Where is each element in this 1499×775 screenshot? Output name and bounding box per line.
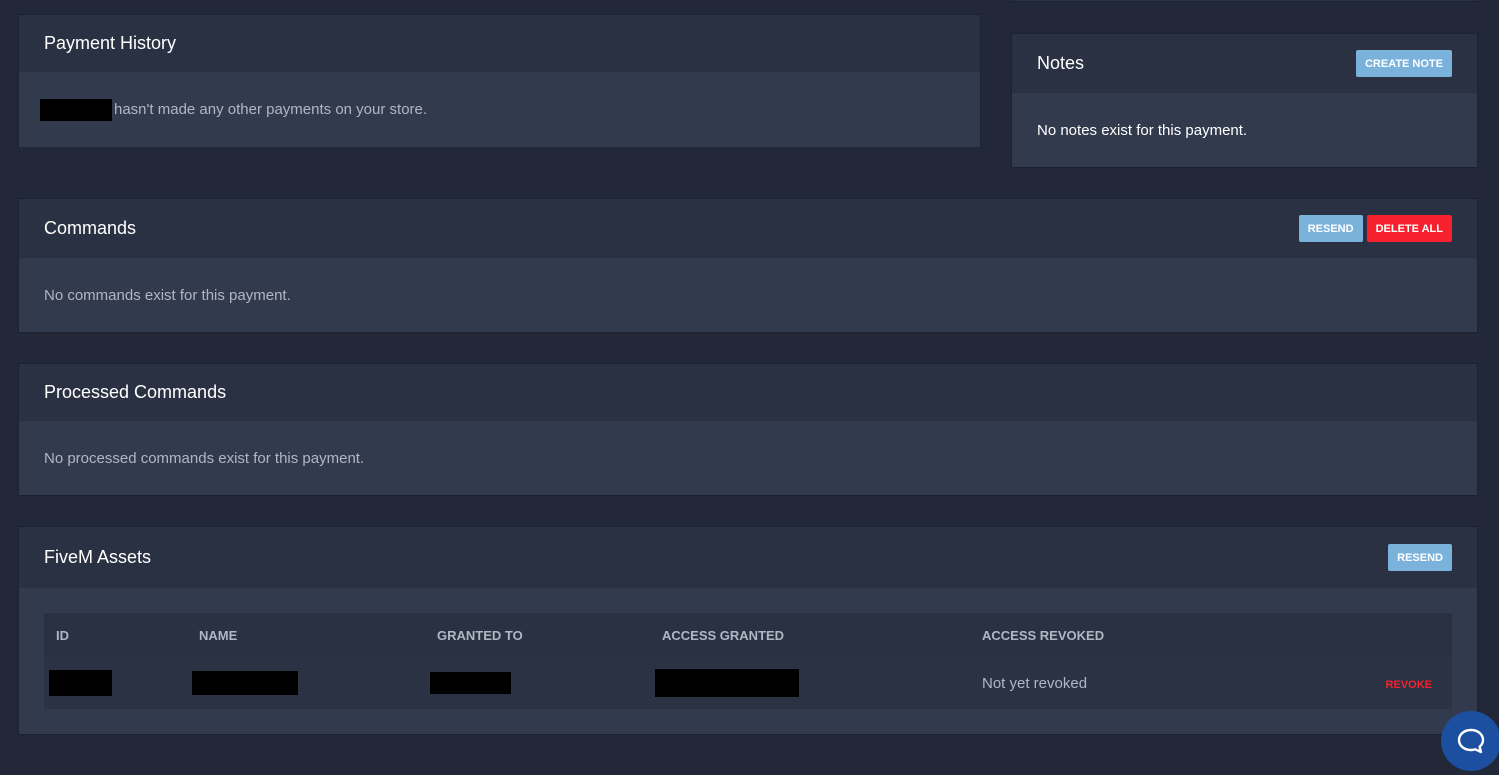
payment-history-message: hasn't made any other payments on your s… — [114, 101, 428, 118]
commands-empty-message: No commands exist for this payment. — [44, 286, 291, 304]
fivem-assets-title: FiveM Assets — [44, 547, 152, 567]
fivem-assets-panel: FiveM Assets RESEND ID NAME GRANTED TO A… — [18, 526, 1478, 735]
cell-access-revoked: Not yet revoked — [982, 674, 1088, 692]
processed-commands-panel: Processed Commands No processed commands… — [18, 363, 1478, 496]
chat-launcher-button[interactable] — [1441, 711, 1499, 771]
payment-history-body: hasn't made any other payments on your s… — [19, 72, 980, 147]
fivem-assets-body: ID NAME GRANTED TO ACCESS GRANTED ACCESS… — [19, 588, 1477, 734]
commands-actions: RESEND DELETE ALL — [1298, 215, 1452, 242]
notes-panel: Notes CREATE NOTE No notes exist for thi… — [1011, 33, 1478, 168]
commands-body: No commands exist for this payment. — [19, 258, 1477, 332]
payment-history-title: Payment History — [44, 33, 177, 53]
redacted-customer-name — [40, 98, 112, 121]
fivem-assets-header: FiveM Assets RESEND — [19, 527, 1477, 588]
processed-commands-header: Processed Commands — [19, 364, 1477, 421]
payment-history-panel: Payment History hasn't made any other pa… — [18, 14, 981, 147]
processed-commands-empty-message: No processed commands exist for this pay… — [44, 449, 365, 467]
column-header-actions — [1284, 613, 1452, 657]
chat-bubble-icon — [1457, 728, 1485, 754]
cell-id — [44, 657, 187, 709]
resend-commands-button[interactable]: RESEND — [1298, 215, 1363, 242]
create-note-button[interactable]: CREATE NOTE — [1355, 50, 1452, 77]
delete-all-commands-button[interactable]: DELETE ALL — [1366, 215, 1452, 242]
redacted-name — [192, 671, 298, 695]
notes-title: Notes — [1037, 53, 1085, 73]
cell-granted-to — [425, 657, 650, 709]
column-header-granted-to: GRANTED TO — [437, 627, 523, 643]
revoke-link[interactable]: REVOKE — [1386, 679, 1432, 691]
redacted-granted-to — [430, 672, 511, 694]
column-header-name: NAME — [199, 627, 238, 643]
resend-assets-button[interactable]: RESEND — [1388, 544, 1452, 571]
commands-title: Commands — [44, 218, 137, 238]
commands-panel: Commands RESEND DELETE ALL No commands e… — [18, 198, 1478, 333]
column-header-id: ID — [56, 627, 69, 643]
notes-body: No notes exist for this payment. — [1012, 93, 1477, 167]
notes-empty-message: No notes exist for this payment. — [1037, 121, 1248, 139]
column-header-access-revoked: ACCESS REVOKED — [982, 627, 1105, 643]
table-header-row: ID NAME GRANTED TO ACCESS GRANTED ACCESS… — [44, 613, 1452, 657]
top-right-panel-edge — [1011, 0, 1478, 2]
column-header-access-granted: ACCESS GRANTED — [662, 627, 785, 643]
table-row: Not yet revoked REVOKE — [44, 657, 1452, 709]
notes-header: Notes CREATE NOTE — [1012, 34, 1477, 93]
redacted-access-granted — [655, 669, 799, 697]
cell-access-granted — [650, 657, 970, 709]
payment-history-header: Payment History — [19, 15, 980, 72]
cell-name — [187, 657, 425, 709]
redacted-id — [49, 670, 112, 696]
processed-commands-body: No processed commands exist for this pay… — [19, 421, 1477, 495]
processed-commands-title: Processed Commands — [44, 382, 227, 402]
commands-header: Commands RESEND DELETE ALL — [19, 199, 1477, 258]
cell-actions: REVOKE — [1284, 657, 1452, 709]
fivem-assets-table: ID NAME GRANTED TO ACCESS GRANTED ACCESS… — [44, 613, 1452, 709]
